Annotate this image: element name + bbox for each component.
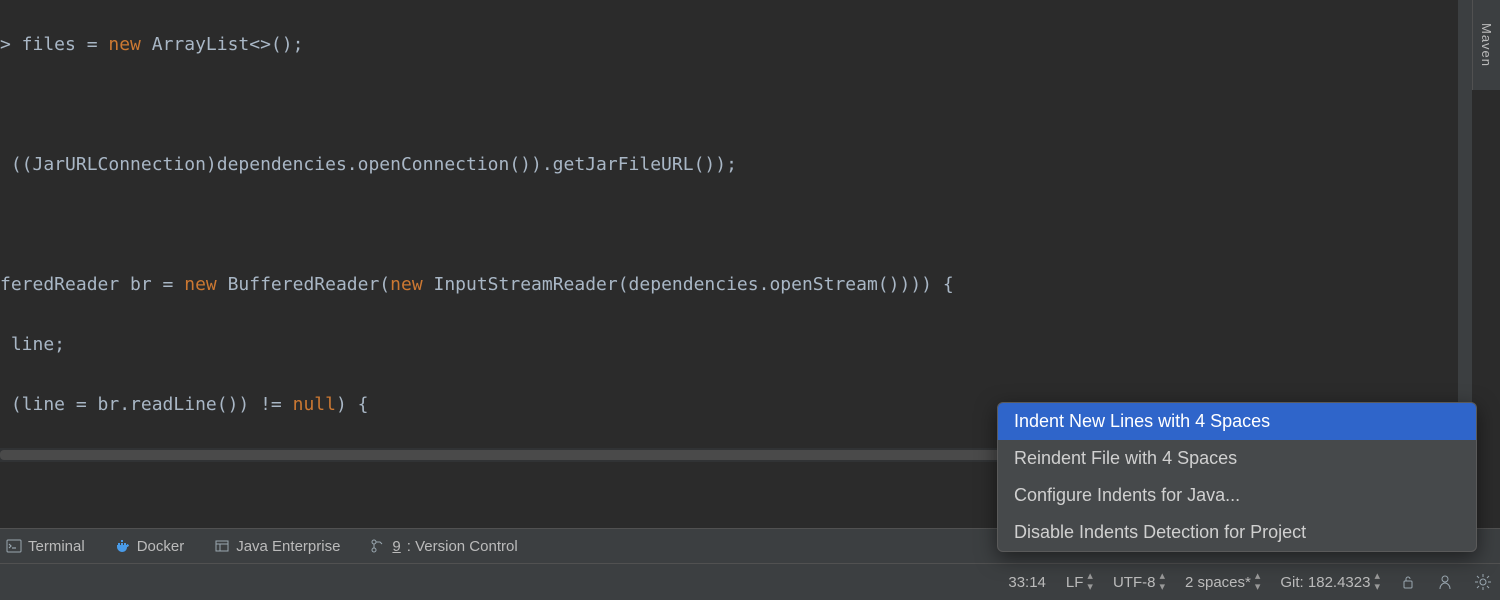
code-text: ((JarURLConnection)dependencies.openConn… <box>0 154 737 175</box>
status-caret-position[interactable]: 33:14 <box>1008 574 1046 591</box>
javaee-label: Java Enterprise <box>236 538 340 555</box>
unlock-icon <box>1400 574 1416 590</box>
popup-item-configure-indents[interactable]: Configure Indents for Java... <box>998 477 1476 514</box>
keyword-new: new <box>390 274 423 295</box>
status-encoding[interactable]: UTF-8 ▴▾ <box>1113 571 1165 593</box>
code-text: BufferedReader( <box>217 274 390 295</box>
git-branch-text: Git: 182.4323 <box>1280 574 1370 591</box>
status-lock-icon[interactable] <box>1400 574 1416 590</box>
code-text: line; <box>0 334 65 355</box>
chevron-updown-icon: ▴▾ <box>1087 571 1093 593</box>
terminal-icon <box>6 538 22 554</box>
scrollbar-thumb[interactable] <box>0 450 1100 460</box>
keyword-new: new <box>108 34 141 55</box>
tool-tab-java-enterprise[interactable]: Java Enterprise <box>214 538 340 555</box>
code-text: ) { <box>336 394 369 415</box>
javaee-icon <box>214 538 230 554</box>
vcs-icon <box>370 538 386 554</box>
keyword-new: new <box>184 274 217 295</box>
status-inspection-icon[interactable] <box>1436 573 1454 591</box>
popup-item-reindent-file[interactable]: Reindent File with 4 Spaces <box>998 440 1476 477</box>
code-text: InputStreamReader(dependencies.openStrea… <box>423 274 954 295</box>
chevron-updown-icon: ▴▾ <box>1255 571 1261 593</box>
tool-tab-terminal[interactable]: Terminal <box>6 538 85 555</box>
vcs-mnemonic: 9 <box>392 538 400 555</box>
tool-tab-maven[interactable]: Maven <box>1472 0 1500 90</box>
docker-label: Docker <box>137 538 185 555</box>
terminal-label: Terminal <box>28 538 85 555</box>
encoding-text: UTF-8 <box>1113 574 1156 591</box>
docker-icon <box>115 538 131 554</box>
popup-item-indent-new-lines[interactable]: Indent New Lines with 4 Spaces <box>998 403 1476 440</box>
code-text: (line = br.readLine()) != <box>0 394 293 415</box>
tool-tab-version-control[interactable]: 9 : Version Control <box>370 538 517 555</box>
indent-text: 2 spaces* <box>1185 574 1251 591</box>
code-text: > files = <box>0 34 108 55</box>
chevron-updown-icon: ▴▾ <box>1374 571 1380 593</box>
maven-label: Maven <box>1479 23 1494 67</box>
indent-popup-menu: Indent New Lines with 4 Spaces Reindent … <box>997 402 1477 552</box>
keyword-null: null <box>293 394 336 415</box>
status-settings-icon[interactable] <box>1474 573 1492 591</box>
line-sep-text: LF <box>1066 574 1084 591</box>
caret-pos-text: 33:14 <box>1008 574 1046 591</box>
code-editor[interactable]: > files = new ArrayList<>(); ((JarURLCon… <box>0 0 1460 460</box>
popup-item-disable-detection[interactable]: Disable Indents Detection for Project <box>998 514 1476 551</box>
status-indent[interactable]: 2 spaces* ▴▾ <box>1185 571 1260 593</box>
status-line-separator[interactable]: LF ▴▾ <box>1066 571 1093 593</box>
tool-tab-docker[interactable]: Docker <box>115 538 185 555</box>
code-text: feredReader br = <box>0 274 184 295</box>
hector-icon <box>1436 573 1454 591</box>
code-text: ArrayList<>(); <box>141 34 304 55</box>
status-git-branch[interactable]: Git: 182.4323 ▴▾ <box>1280 571 1380 593</box>
chevron-updown-icon: ▴▾ <box>1159 571 1165 593</box>
vcs-label: : Version Control <box>407 538 518 555</box>
status-bar: 33:14 LF ▴▾ UTF-8 ▴▾ 2 spaces* ▴▾ Git: 1… <box>0 564 1500 600</box>
gear-icon <box>1474 573 1492 591</box>
